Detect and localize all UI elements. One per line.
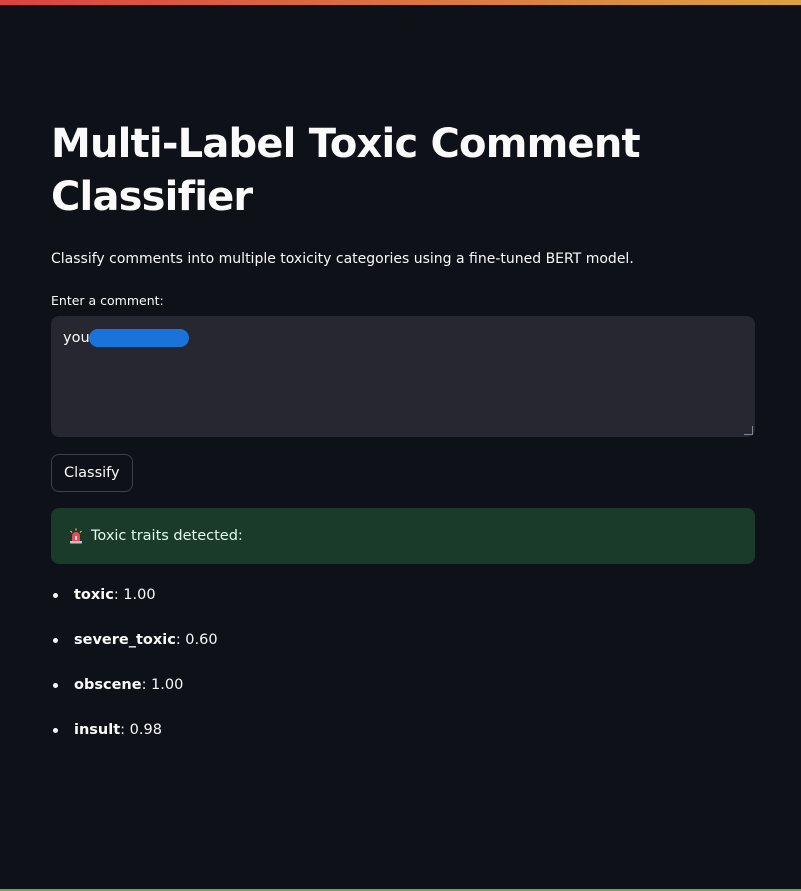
bullet-icon — [53, 593, 58, 598]
list-item: severe_toxic: 0.60 — [51, 629, 755, 674]
bullet-icon — [53, 683, 58, 688]
result-score: : 1.00 — [141, 677, 184, 693]
alert-text: Toxic traits detected: — [91, 528, 243, 544]
result-label: insult — [74, 722, 121, 738]
result-score: : 0.60 — [175, 632, 218, 648]
results-list: toxic: 1.00 severe_toxic: 0.60 obscene: … — [51, 584, 755, 764]
bullet-icon — [53, 638, 58, 643]
list-item: obscene: 1.00 — [51, 674, 755, 719]
resize-handle-icon[interactable] — [744, 426, 753, 435]
page-subtitle: Classify comments into multiple toxicity… — [51, 251, 634, 267]
result-score: : 0.98 — [120, 722, 162, 738]
comment-field-label: Enter a comment: — [51, 293, 164, 308]
top-decoration-bar — [0, 0, 801, 5]
success-alert: Toxic traits detected: — [51, 508, 755, 564]
result-label: severe_toxic — [74, 632, 176, 648]
rotating-light-icon — [69, 528, 83, 544]
list-item: insult: 0.98 — [51, 719, 755, 764]
redaction-mark — [89, 329, 189, 347]
comment-textarea[interactable]: you — [51, 316, 755, 437]
result-label: obscene — [74, 677, 142, 693]
list-item: toxic: 1.00 — [51, 584, 755, 629]
bullet-icon — [53, 728, 58, 733]
result-score: : 1.00 — [113, 587, 156, 603]
result-label: toxic — [74, 587, 114, 603]
main-content: Multi-Label Toxic Comment Classifier Cla… — [51, 118, 755, 764]
classify-button[interactable]: Classify — [51, 454, 133, 492]
comment-text: you — [63, 330, 90, 346]
page-title: Multi-Label Toxic Comment Classifier — [51, 121, 641, 220]
